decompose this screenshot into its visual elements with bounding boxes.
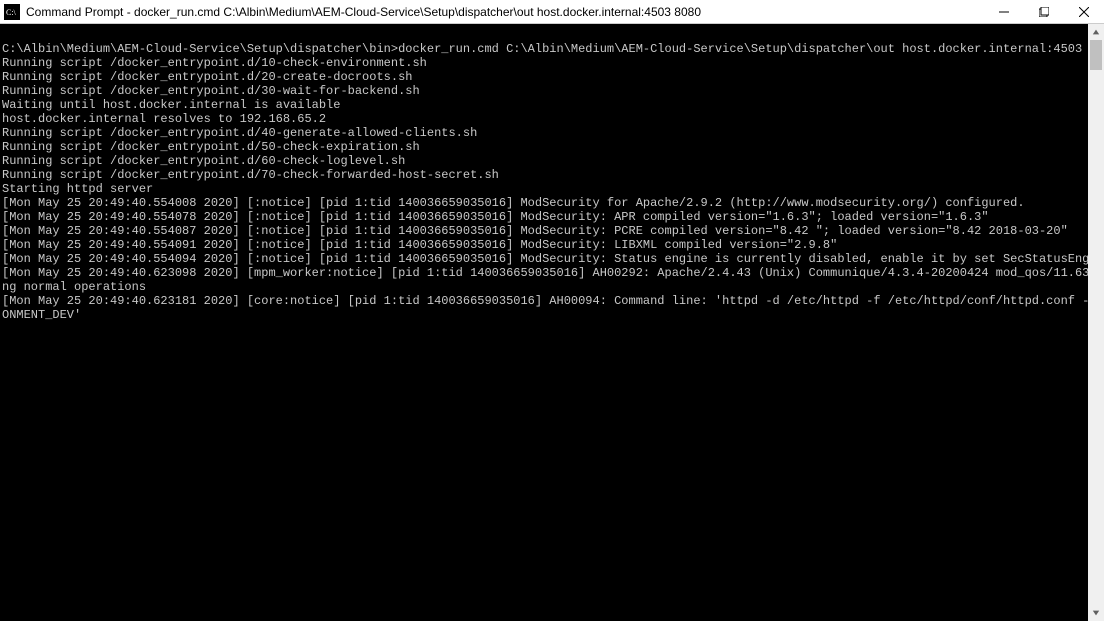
terminal-line: ONMENT_DEV': [2, 308, 1086, 322]
terminal-line: [Mon May 25 20:49:40.623098 2020] [mpm_w…: [2, 266, 1086, 280]
terminal-line: Running script /docker_entrypoint.d/30-w…: [2, 84, 1086, 98]
scroll-down-button[interactable]: [1088, 605, 1104, 621]
minimize-button[interactable]: [984, 0, 1024, 23]
window-controls: [984, 0, 1104, 23]
titlebar[interactable]: C:\ Command Prompt - docker_run.cmd C:\A…: [0, 0, 1104, 24]
terminal-line: Running script /docker_entrypoint.d/20-c…: [2, 70, 1086, 84]
window-title: Command Prompt - docker_run.cmd C:\Albin…: [26, 5, 984, 19]
terminal-line: host.docker.internal resolves to 192.168…: [2, 112, 1086, 126]
terminal-line: Running script /docker_entrypoint.d/40-g…: [2, 126, 1086, 140]
terminal-line: C:\Albin\Medium\AEM-Cloud-Service\Setup\…: [2, 42, 1086, 56]
terminal-area: C:\Albin\Medium\AEM-Cloud-Service\Setup\…: [0, 24, 1104, 621]
terminal-line: [Mon May 25 20:49:40.554078 2020] [:noti…: [2, 210, 1086, 224]
terminal-line: [2, 28, 1086, 42]
terminal-line: [Mon May 25 20:49:40.623181 2020] [core:…: [2, 294, 1086, 308]
terminal-line: [Mon May 25 20:49:40.554091 2020] [:noti…: [2, 238, 1086, 252]
app-icon: C:\: [4, 4, 20, 20]
terminal-line: Running script /docker_entrypoint.d/50-c…: [2, 140, 1086, 154]
terminal-line: ng normal operations: [2, 280, 1086, 294]
maximize-button[interactable]: [1024, 0, 1064, 23]
scroll-track[interactable]: [1088, 40, 1104, 605]
scroll-up-button[interactable]: [1088, 24, 1104, 40]
svg-text:C:\: C:\: [6, 8, 17, 17]
terminal-line: [Mon May 25 20:49:40.554094 2020] [:noti…: [2, 252, 1086, 266]
terminal-line: Waiting until host.docker.internal is av…: [2, 98, 1086, 112]
terminal-output[interactable]: C:\Albin\Medium\AEM-Cloud-Service\Setup\…: [0, 24, 1088, 621]
close-button[interactable]: [1064, 0, 1104, 23]
terminal-line: [Mon May 25 20:49:40.554087 2020] [:noti…: [2, 224, 1086, 238]
vertical-scrollbar[interactable]: [1088, 24, 1104, 621]
terminal-line: [Mon May 25 20:49:40.554008 2020] [:noti…: [2, 196, 1086, 210]
terminal-line: Running script /docker_entrypoint.d/70-c…: [2, 168, 1086, 182]
terminal-line: Running script /docker_entrypoint.d/10-c…: [2, 56, 1086, 70]
scroll-thumb[interactable]: [1090, 40, 1102, 70]
terminal-line: Running script /docker_entrypoint.d/60-c…: [2, 154, 1086, 168]
terminal-line: Starting httpd server: [2, 182, 1086, 196]
